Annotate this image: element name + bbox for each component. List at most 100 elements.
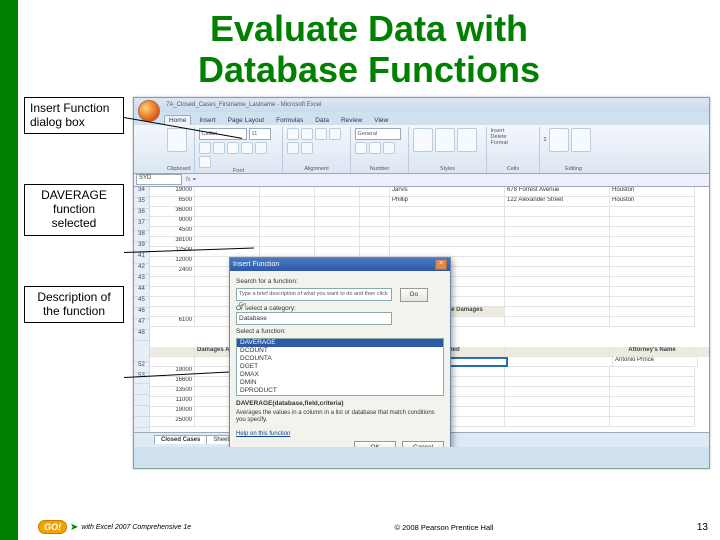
formula-value[interactable]: = (193, 177, 197, 183)
comma-button[interactable] (383, 142, 395, 154)
list-item[interactable]: DMAX (237, 371, 443, 379)
cell[interactable]: 38100 (150, 237, 195, 247)
cell[interactable] (195, 217, 260, 227)
cell[interactable] (195, 197, 260, 207)
cell[interactable] (315, 187, 360, 197)
cell[interactable] (150, 357, 195, 367)
cell[interactable] (315, 227, 360, 237)
row-header[interactable]: 52 (134, 362, 150, 373)
cell[interactable] (610, 217, 695, 227)
cell[interactable]: Phillip (390, 197, 505, 207)
cell[interactable] (260, 207, 315, 217)
cell[interactable] (260, 247, 315, 257)
cell[interactable] (360, 207, 390, 217)
font-size-box[interactable]: 11 (249, 128, 271, 140)
align-button-6[interactable] (301, 142, 313, 154)
paste-button[interactable] (167, 128, 187, 152)
cell[interactable] (390, 207, 505, 217)
cell[interactable] (610, 267, 695, 277)
cell[interactable]: 12000 (150, 257, 195, 267)
cell[interactable] (390, 217, 505, 227)
cell[interactable] (360, 227, 390, 237)
find-select-button[interactable] (571, 128, 591, 152)
autosum-button[interactable]: Σ (544, 137, 547, 143)
cell[interactable] (610, 207, 695, 217)
cell[interactable] (150, 347, 195, 357)
currency-button[interactable] (355, 142, 367, 154)
cell[interactable] (195, 187, 260, 197)
ok-button[interactable]: OK (354, 441, 396, 447)
cell[interactable] (505, 377, 610, 387)
cell[interactable] (505, 317, 610, 327)
align-button-3[interactable] (315, 128, 327, 140)
name-box[interactable]: SYD (136, 174, 182, 185)
row-header[interactable]: 34 (134, 187, 150, 198)
cell[interactable] (315, 207, 360, 217)
cell[interactable] (260, 237, 315, 247)
cell[interactable] (360, 187, 390, 197)
cell[interactable] (360, 197, 390, 207)
cell[interactable] (360, 217, 390, 227)
cell[interactable]: 36000 (150, 207, 195, 217)
cell[interactable]: 16600 (150, 377, 195, 387)
italic-button[interactable] (213, 142, 225, 154)
cell[interactable] (505, 347, 610, 357)
cell[interactable] (505, 287, 610, 297)
sort-filter-button[interactable] (549, 128, 569, 152)
cell[interactable] (150, 277, 195, 287)
cell[interactable] (315, 197, 360, 207)
search-input[interactable]: Type a brief description of what you wan… (236, 288, 392, 301)
cell[interactable] (260, 217, 315, 227)
bold-button[interactable] (199, 142, 211, 154)
align-button[interactable] (287, 128, 299, 140)
cell[interactable] (505, 397, 610, 407)
cell[interactable] (315, 247, 360, 257)
cell[interactable] (610, 227, 695, 237)
cell[interactable]: Houston (610, 197, 695, 207)
cell[interactable] (610, 417, 695, 427)
list-item[interactable]: DPRODUCT (237, 387, 443, 395)
cell[interactable]: 11000 (150, 397, 195, 407)
cell[interactable]: 678 Forrest Avenue (505, 187, 610, 197)
office-button-icon[interactable] (138, 100, 160, 122)
cell[interactable] (610, 237, 695, 247)
number-format-box[interactable]: General (355, 128, 401, 140)
cell[interactable] (360, 237, 390, 247)
cell[interactable]: 19000 (150, 407, 195, 417)
cell[interactable] (610, 277, 695, 287)
cell[interactable] (390, 247, 505, 257)
cell-styles-button[interactable] (457, 128, 477, 152)
tab-formulas[interactable]: Formulas (272, 116, 307, 125)
list-item[interactable]: DCOUNTA (237, 355, 443, 363)
cell[interactable] (505, 237, 610, 247)
align-button-4[interactable] (329, 128, 341, 140)
row-header[interactable] (134, 417, 150, 428)
cell[interactable] (610, 297, 695, 307)
cell[interactable] (610, 307, 695, 317)
cell[interactable] (505, 407, 610, 417)
cell[interactable]: 122 Alexander Street (505, 197, 610, 207)
tab-insert[interactable]: Insert (195, 116, 219, 125)
cell[interactable] (505, 417, 610, 427)
cell[interactable] (610, 247, 695, 257)
format-as-table-button[interactable] (435, 128, 455, 152)
tab-page-layout[interactable]: Page Layout (224, 116, 269, 125)
cell[interactable] (505, 267, 610, 277)
cell[interactable] (315, 217, 360, 227)
cell[interactable] (610, 257, 695, 267)
fill-color-button[interactable] (255, 142, 267, 154)
underline-button[interactable] (227, 142, 239, 154)
cell[interactable] (610, 287, 695, 297)
cell[interactable] (390, 237, 505, 247)
function-list[interactable]: DAVERAGE DCOUNT DCOUNTA DGET DMAX DMIN D… (236, 338, 444, 396)
cell-attorney[interactable]: Antonio Prince (613, 357, 698, 367)
row-header[interactable] (134, 395, 150, 406)
cell[interactable]: 6500 (150, 197, 195, 207)
row-header[interactable] (134, 384, 150, 395)
cell[interactable] (505, 247, 610, 257)
cell[interactable] (505, 217, 610, 227)
sheet-tab-closed-cases[interactable]: Closed Cases (154, 435, 207, 444)
row-header[interactable]: 48 (134, 330, 150, 341)
list-item[interactable]: DAVERAGE (237, 339, 443, 347)
tab-home[interactable]: Home (164, 115, 191, 125)
